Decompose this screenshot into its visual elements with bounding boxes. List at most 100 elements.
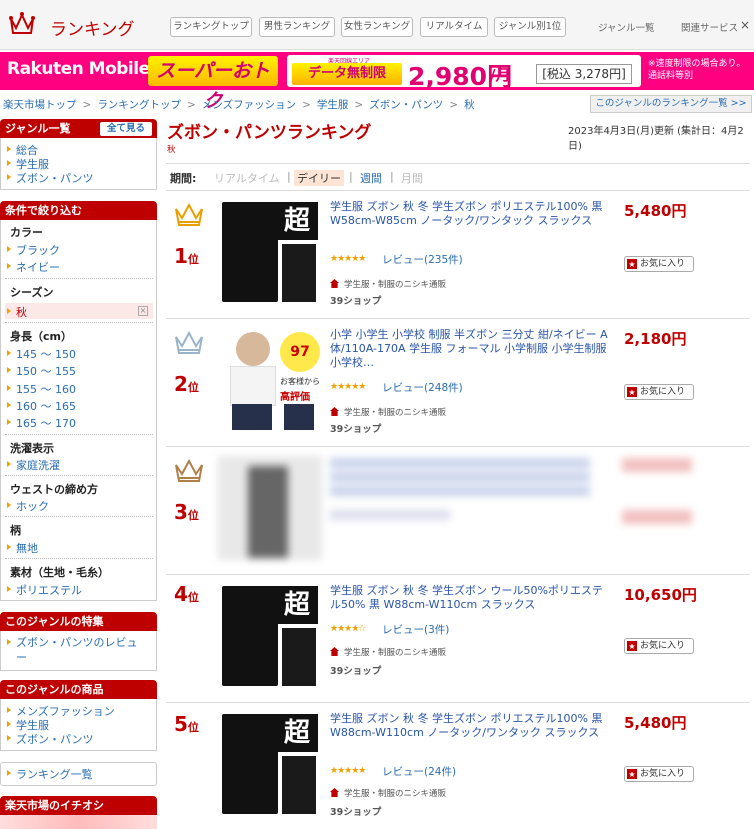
bronze-crown-icon bbox=[175, 458, 203, 482]
tab-male-ranking[interactable]: 男性ランキング bbox=[259, 17, 335, 37]
period-realtime[interactable]: リアルタイム bbox=[214, 170, 280, 186]
page-title: ズボン・パンツランキング bbox=[167, 123, 372, 143]
shop-39-badge: 39ショップ bbox=[330, 666, 382, 677]
filter-pattern-label: 柄 bbox=[10, 524, 21, 537]
favorite-button[interactable]: お気に入り bbox=[624, 256, 694, 272]
genre-link[interactable]: ズボン・パンツ bbox=[7, 170, 94, 186]
star-rating-icon: ★★★★★ bbox=[330, 766, 366, 776]
filter-height-option[interactable]: 150 ～ 155 bbox=[7, 363, 76, 379]
period-daily[interactable]: デイリー bbox=[294, 170, 344, 186]
shop-icon bbox=[330, 788, 339, 797]
product-genre-link[interactable]: ズボン・パンツ bbox=[7, 731, 94, 747]
remove-filter-icon[interactable]: × bbox=[138, 306, 148, 316]
breadcrumb: 楽天市場トップ > ランキングトップ > メンズファッション > 学生服 > ズボン・パンツ > 秋 bbox=[3, 99, 475, 111]
star-rating-icon: ★★★★★ bbox=[330, 382, 366, 392]
review-link[interactable]: レビュー(235件) bbox=[382, 252, 463, 267]
blurred-price bbox=[622, 458, 692, 472]
product-image[interactable]: 超 bbox=[218, 712, 322, 816]
filter-height-label: 身長（cm） bbox=[10, 330, 72, 343]
selected-filter-row[interactable] bbox=[5, 303, 153, 319]
ranking-list-link[interactable]: ランキング一覧 bbox=[7, 766, 93, 782]
rank-number: 4位 bbox=[174, 582, 199, 606]
genre-ranking-list-link[interactable]: このジャンルのランキング一覧 >> bbox=[590, 95, 752, 113]
feature-link[interactable]: ズボン・パンツのレビュー bbox=[7, 635, 146, 665]
product-image-badge: 超 bbox=[276, 586, 318, 624]
product-title[interactable]: 学生服 ズボン 秋 冬 学生ズボン ポリエステル100% 黒 W58cm-W85… bbox=[330, 200, 610, 228]
period-weekly[interactable]: 週間 bbox=[360, 170, 382, 186]
product-title[interactable]: 小学 小学生 小学校 制服 半ズボン 三分丈 紺/ネイビー A体/110A-17… bbox=[330, 328, 610, 370]
product-title[interactable]: 学生服 ズボン 秋 冬 学生ズボン ウール50%ポリエステル50% 黒 W88c… bbox=[330, 584, 610, 612]
banner-data-label: データ無制限 bbox=[292, 63, 402, 85]
breadcrumb-item[interactable]: メンズファッション bbox=[202, 99, 296, 111]
breadcrumb-item[interactable]: 秋 bbox=[464, 99, 475, 111]
feature-heading: このジャンルの特集 bbox=[0, 612, 157, 631]
review-link[interactable]: レビュー(3件) bbox=[382, 622, 449, 637]
product-image-badge: 超 bbox=[276, 714, 318, 752]
product-image[interactable]: 97 お客様から 高評価 bbox=[218, 328, 322, 432]
banner-brand: Rakuten Mobile bbox=[7, 59, 150, 79]
filter-height-option[interactable]: 160 ～ 165 bbox=[7, 398, 76, 414]
filter-season-label: シーズン bbox=[10, 286, 54, 299]
breadcrumb-item[interactable]: ズボン・パンツ bbox=[369, 99, 443, 111]
genre-list-link[interactable]: ジャンル一覧 bbox=[598, 20, 655, 34]
period-monthly[interactable]: 月間 bbox=[401, 170, 423, 186]
tab-female-ranking[interactable]: 女性ランキング bbox=[341, 17, 413, 37]
shop-name[interactable]: 学生服・制服のニシキ通販 bbox=[344, 406, 446, 418]
shop-39-badge: 39ショップ bbox=[330, 424, 382, 435]
filter-color-label: カラー bbox=[10, 226, 43, 239]
filter-height-option[interactable]: 145 ～ 150 bbox=[7, 346, 76, 362]
see-all-button[interactable]: 全て見る bbox=[100, 122, 152, 136]
filter-waist-option[interactable]: ホック bbox=[7, 498, 49, 514]
rank-number: 5位 bbox=[174, 712, 199, 736]
banner-per: /月 bbox=[490, 66, 511, 84]
ranking-item-3: 3位 bbox=[166, 448, 750, 575]
product-image[interactable]: 超 bbox=[218, 584, 322, 688]
filter-pattern-option[interactable]: 無地 bbox=[7, 540, 38, 556]
breadcrumb-item[interactable]: 楽天市場トップ bbox=[3, 99, 77, 111]
close-icon[interactable]: × bbox=[740, 18, 750, 32]
product-image-blurred[interactable] bbox=[218, 456, 322, 560]
shop-39-badge: 39ショップ bbox=[330, 807, 382, 818]
filter-material-label: 素材（生地・毛糸） bbox=[10, 566, 109, 579]
shop-39-badge: 39ショップ bbox=[330, 296, 382, 307]
filter-wash-option[interactable]: 家庭洗濯 bbox=[7, 457, 60, 473]
star-rating-icon: ★★★★★ bbox=[330, 254, 366, 264]
product-image-badge: 超 bbox=[276, 202, 318, 240]
updated-date: 2023年4月3日(月)更新 (集計日：4月2日) bbox=[568, 126, 744, 152]
tab-realtime[interactable]: リアルタイム bbox=[420, 17, 488, 37]
product-image[interactable]: 超 bbox=[218, 200, 322, 304]
recommend-image[interactable] bbox=[0, 815, 157, 829]
favorite-button[interactable]: お気に入り bbox=[624, 766, 694, 782]
ranking-item-1: 1位 超 学生服 ズボン 秋 冬 学生ズボン ポリエステル100% 黒 W58c… bbox=[166, 192, 750, 319]
gold-crown-icon bbox=[175, 202, 203, 226]
favorite-button[interactable]: お気に入り bbox=[624, 384, 694, 400]
shop-icon bbox=[330, 407, 339, 416]
filter-waist-label: ウェストの締め方 bbox=[10, 483, 98, 496]
tab-genre-first[interactable]: ジャンル別1位 bbox=[494, 17, 566, 37]
product-title[interactable]: 学生服 ズボン 秋 冬 学生ズボン ポリエステル100% 黒 W88cm-W11… bbox=[330, 712, 610, 740]
banner-note: ※速度制限の場合あり。通話料等別 bbox=[648, 59, 746, 81]
shop-name[interactable]: 学生服・制服のニシキ通販 bbox=[344, 787, 446, 799]
breadcrumb-item[interactable]: 学生服 bbox=[317, 99, 349, 111]
filter-color-option[interactable]: ブラック bbox=[7, 242, 60, 258]
shop-name[interactable]: 学生服・制服のニシキ通販 bbox=[344, 646, 446, 658]
banner-tax: [税込 3,278円] bbox=[536, 64, 632, 84]
blurred-review bbox=[330, 510, 450, 520]
blurred-button bbox=[622, 510, 692, 524]
products-heading: このジャンルの商品 bbox=[0, 680, 157, 699]
filter-height-option[interactable]: 165 ～ 170 bbox=[7, 415, 76, 431]
filter-height-option[interactable]: 155 ～ 160 bbox=[7, 381, 76, 397]
ranking-item-2: 2位 97 お客様から 高評価 小学 小学生 小学校 制服 半ズボン 三分丈 紺… bbox=[166, 320, 750, 447]
related-services-link[interactable]: 関連サービス bbox=[681, 20, 738, 34]
favorite-button[interactable]: お気に入り bbox=[624, 638, 694, 654]
shop-name[interactable]: 学生服・制服のニシキ通販 bbox=[344, 278, 446, 290]
filter-color-option[interactable]: ネイビー bbox=[7, 259, 60, 275]
shop-icon bbox=[330, 279, 339, 288]
breadcrumb-item[interactable]: ランキングトップ bbox=[97, 99, 181, 111]
review-link[interactable]: レビュー(24件) bbox=[382, 764, 456, 779]
site-title[interactable]: ランキング bbox=[50, 15, 135, 40]
filter-season-selected[interactable]: 秋 bbox=[7, 304, 27, 320]
tab-ranking-top[interactable]: ランキングトップ bbox=[170, 17, 252, 37]
review-link[interactable]: レビュー(248件) bbox=[382, 380, 463, 395]
filter-material-option[interactable]: ポリエステル bbox=[7, 582, 82, 598]
